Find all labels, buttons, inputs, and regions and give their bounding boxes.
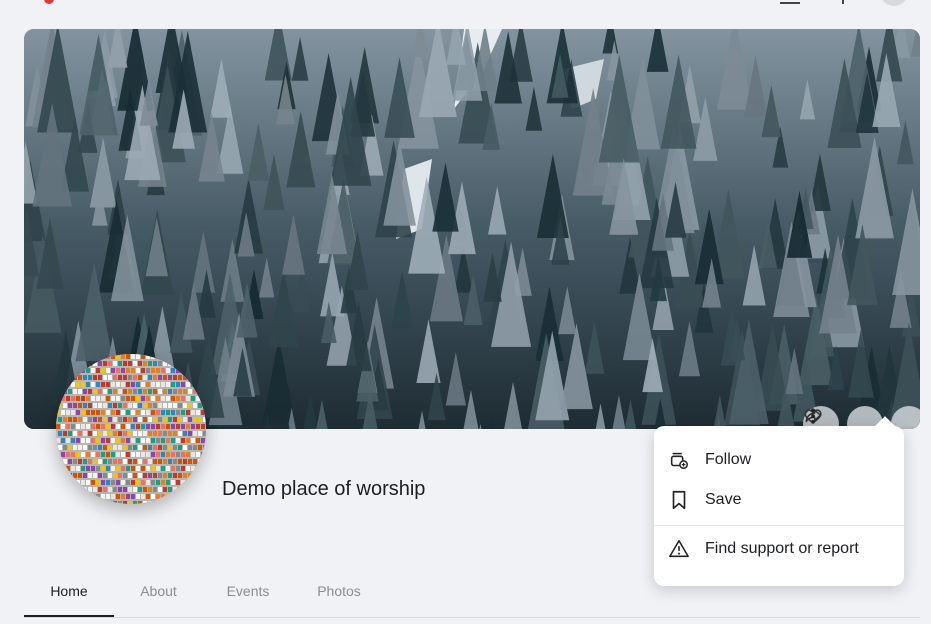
report-label: Find support or report <box>705 540 859 557</box>
avatar-image <box>56 354 206 504</box>
bookmark-icon <box>668 489 690 511</box>
account-avatar[interactable] <box>880 0 908 6</box>
follow-menu-item[interactable]: Follow <box>654 440 904 480</box>
save-label: Save <box>705 491 742 508</box>
follow-icon <box>668 449 690 471</box>
report-menu-item[interactable]: Find support or report <box>654 529 904 569</box>
top-bar <box>0 0 931 8</box>
save-menu-item[interactable]: Save <box>654 480 904 520</box>
follow-label: Follow <box>705 451 752 468</box>
user-icon[interactable] <box>834 0 844 4</box>
profile-avatar[interactable] <box>56 354 206 504</box>
tab-photos[interactable]: Photos <box>309 573 369 615</box>
tab-about[interactable]: About <box>131 573 186 615</box>
menu-divider <box>654 525 904 526</box>
page-title: Demo place of worship <box>222 478 426 500</box>
more-options-menu: Follow Save Find support or report <box>654 426 904 586</box>
tab-home[interactable]: Home <box>24 573 114 617</box>
tab-events[interactable]: Events <box>219 573 277 615</box>
app-logo-icon[interactable] <box>44 0 54 4</box>
menu-icon[interactable] <box>780 0 800 4</box>
more-vertical-icon <box>811 408 815 424</box>
warning-icon <box>668 538 690 560</box>
